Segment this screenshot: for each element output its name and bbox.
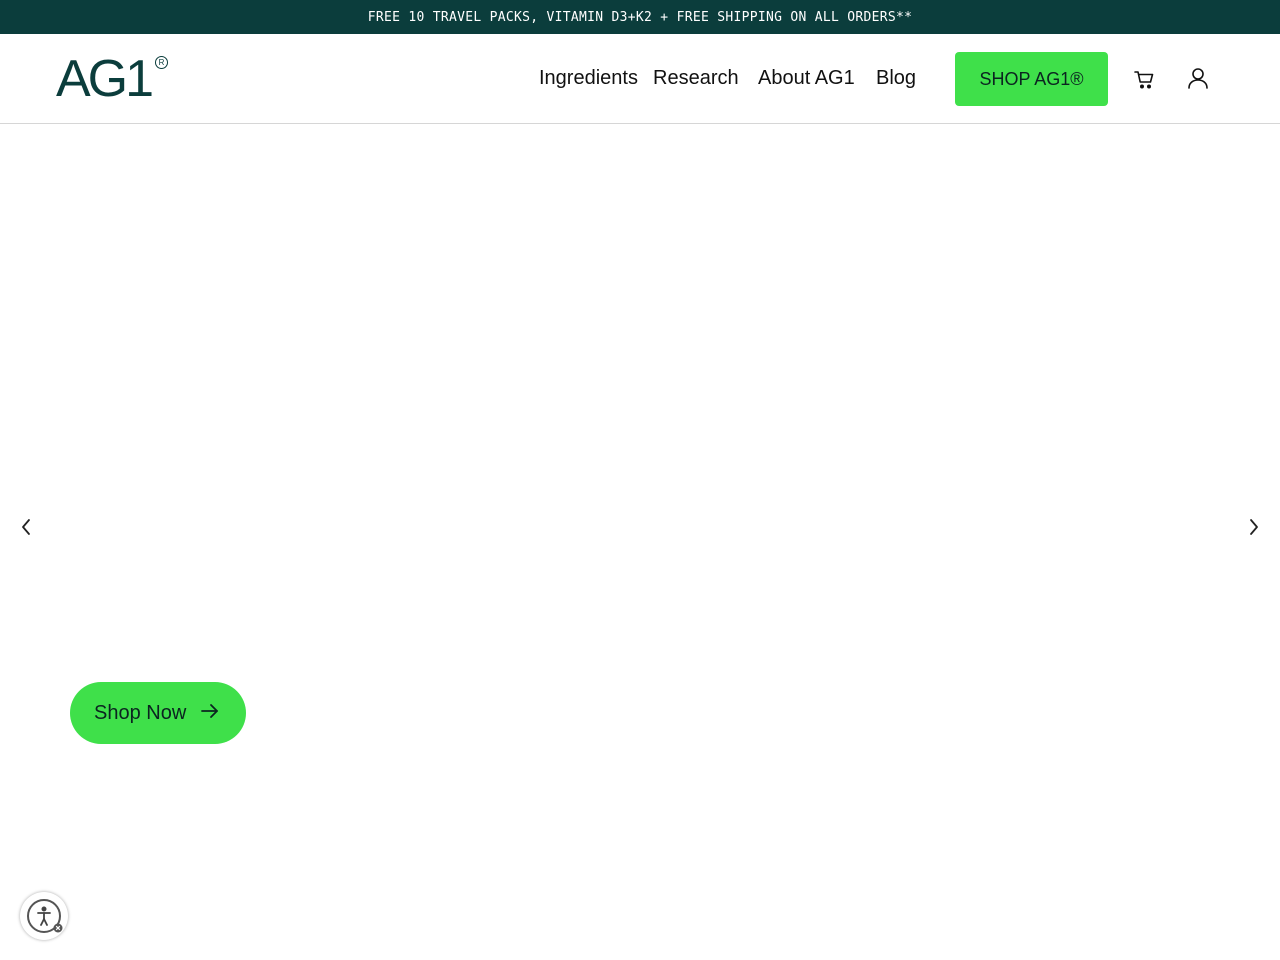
logo-wordmark: AG1 — [56, 50, 154, 108]
chevron-right-icon[interactable] — [1244, 515, 1264, 539]
nav-about-ag1[interactable]: About AG1 — [758, 67, 855, 90]
shop-now-button[interactable]: Shop Now — [70, 682, 246, 744]
cart-icon[interactable] — [1130, 65, 1158, 93]
hero-carousel: Shop Now — [0, 124, 1280, 960]
announcement-bar: FREE 10 TRAVEL PACKS, VITAMIN D3+K2 + FR… — [0, 0, 1280, 34]
registered-mark: R — [155, 56, 169, 69]
shop-ag1-button[interactable]: SHOP AG1® — [955, 52, 1108, 106]
nav-blog[interactable]: Blog — [876, 67, 916, 90]
chevron-left-icon[interactable] — [16, 515, 36, 539]
nav-research[interactable]: Research — [653, 67, 739, 90]
accessibility-button[interactable] — [20, 892, 68, 940]
arrow-right-icon — [200, 702, 220, 725]
shop-now-label: Shop Now — [94, 701, 187, 724]
announcement-text: FREE 10 TRAVEL PACKS, VITAMIN D3+K2 + FR… — [367, 9, 913, 25]
account-icon[interactable] — [1184, 64, 1212, 92]
site-header: AG1 R Ingredients Research About AG1 Blo… — [0, 34, 1280, 124]
ag1-logo[interactable]: AG1 R — [56, 50, 169, 108]
nav-ingredients[interactable]: Ingredients — [539, 67, 638, 90]
accessibility-icon — [27, 899, 63, 933]
